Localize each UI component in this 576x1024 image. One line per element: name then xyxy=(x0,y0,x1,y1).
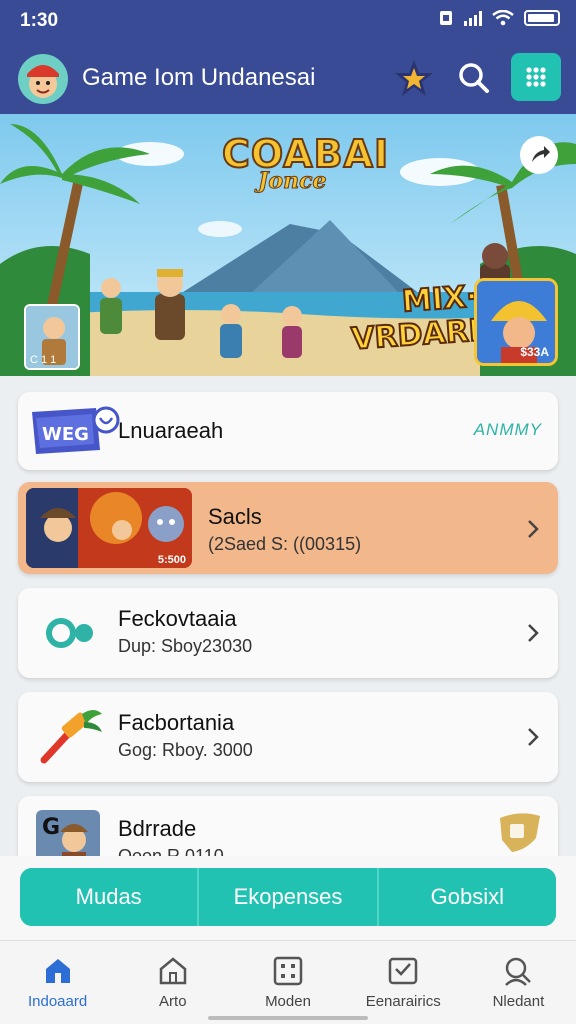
app-title: Game Iom Undanesai xyxy=(82,64,316,91)
app-header: Game Iom Undanesai xyxy=(0,44,576,112)
game-logo-icon: G xyxy=(36,810,100,856)
chevron-right-icon xyxy=(528,728,539,746)
battery-icon xyxy=(524,10,560,26)
nav-item-moden[interactable]: Moden xyxy=(230,941,345,1024)
list-item-badge: ANMMY xyxy=(473,420,542,439)
list-item-subtitle: (2Saed S: ((00315) xyxy=(208,534,362,554)
toggle-shape-icon xyxy=(46,618,93,648)
list-item-title: Bdrrade xyxy=(118,816,197,841)
home-icon xyxy=(45,959,70,983)
menu-grid-button[interactable] xyxy=(511,53,561,101)
ticket-badge-icon xyxy=(500,813,540,852)
list-item-title: Sacls xyxy=(208,504,262,529)
favorites-button[interactable] xyxy=(392,56,436,100)
nav-label: Arto xyxy=(159,993,187,1010)
hero-thumbnail-left[interactable]: C 1 1 xyxy=(24,304,80,370)
nav-label: Indoaard xyxy=(27,993,88,1010)
hammer-icon xyxy=(40,710,102,764)
svg-text:G: G xyxy=(42,815,60,840)
wifi-icon xyxy=(492,10,514,26)
signal-strength-icon xyxy=(464,10,482,26)
list-item-subtitle: Gog: Rboy. 3000 xyxy=(118,740,253,760)
checklist-icon xyxy=(388,957,418,985)
list-item[interactable]: Facbortania Gog: Rboy. 3000 xyxy=(18,692,558,782)
nav-label: Nledant xyxy=(492,993,545,1010)
sim-icon xyxy=(440,11,452,25)
nav-item-eenarairics[interactable]: Eenarairics xyxy=(346,941,461,1024)
nav-item-nledant[interactable]: Nledant xyxy=(461,941,576,1024)
status-bar: 1:30 xyxy=(0,0,576,40)
share-arrow-icon xyxy=(532,146,550,162)
hero-banner[interactable]: COABAI Jonce MIX·N VRDARNESII C 1 1 $33A xyxy=(0,114,576,376)
chevron-right-icon xyxy=(528,520,539,538)
segmented-actions: Mudas Ekopenses Gobsixl xyxy=(20,868,556,926)
nav-item-home[interactable]: Indoaard xyxy=(0,941,115,1024)
list-item-highlighted[interactable]: 5:500 Sacls (2Saed S: ((00315) xyxy=(18,482,558,574)
hero-subtitle: Jonce xyxy=(257,168,327,195)
action-bar: Mudas Ekopenses Gobsixl xyxy=(0,856,576,940)
star-icon xyxy=(395,60,433,96)
house-outline-icon xyxy=(159,957,187,985)
content-list: WEG Lnuaraeah ANMMY 5:500 Sacls (2Saed S… xyxy=(0,376,576,856)
search-button[interactable] xyxy=(452,56,496,100)
status-time: 1:30 xyxy=(20,10,59,31)
avatar[interactable] xyxy=(18,54,68,104)
status-icons xyxy=(438,10,560,26)
list-item-title: Feckovtaaia xyxy=(118,606,237,631)
list-item-subtitle: Qoon R 0110 xyxy=(118,846,224,856)
svg-text:WEG: WEG xyxy=(42,424,89,445)
top-bar: 1:30 Game Iom Undanesai xyxy=(0,0,576,114)
game-thumbnail: 5:500 xyxy=(26,488,192,568)
brand-logo-icon: WEG xyxy=(32,406,120,454)
gobsixl-button[interactable]: Gobsixl xyxy=(378,868,556,926)
hero-thumbnail-right[interactable]: $33A xyxy=(474,278,558,366)
list-item[interactable]: G Bdrrade Qoon R 0110 xyxy=(18,796,558,856)
hero-thumbnail-right-label: $33A xyxy=(520,345,549,359)
bottom-nav: Indoaard Arto Moden Eenarairics Nledant xyxy=(0,940,576,1024)
nav-label: Moden xyxy=(265,993,311,1010)
home-indicator xyxy=(208,1016,368,1020)
list-item[interactable]: Feckovtaaia Dup: Sboy23030 xyxy=(18,588,558,678)
grid-icon xyxy=(273,956,303,986)
nav-label: Eenarairics xyxy=(365,993,441,1010)
mudas-button[interactable]: Mudas xyxy=(20,868,200,926)
list-item-title: Lnuaraeah xyxy=(118,418,224,443)
list-item-subtitle: Dup: Sboy23030 xyxy=(118,636,253,656)
hero-thumbnail-left-label: C 1 1 xyxy=(30,354,57,366)
share-button[interactable] xyxy=(520,136,558,174)
search-icon xyxy=(505,957,532,986)
list-item[interactable]: WEG Lnuaraeah ANMMY xyxy=(18,392,558,470)
grid-dots-icon xyxy=(526,67,546,87)
ekopenses-button[interactable]: Ekopenses xyxy=(199,868,379,926)
game-thumbnail-label: 5:500 xyxy=(157,554,186,566)
list-item-title: Facbortania xyxy=(118,710,235,735)
nav-item-arto[interactable]: Arto xyxy=(115,941,230,1024)
search-icon xyxy=(459,63,489,93)
chevron-right-icon xyxy=(528,624,539,642)
